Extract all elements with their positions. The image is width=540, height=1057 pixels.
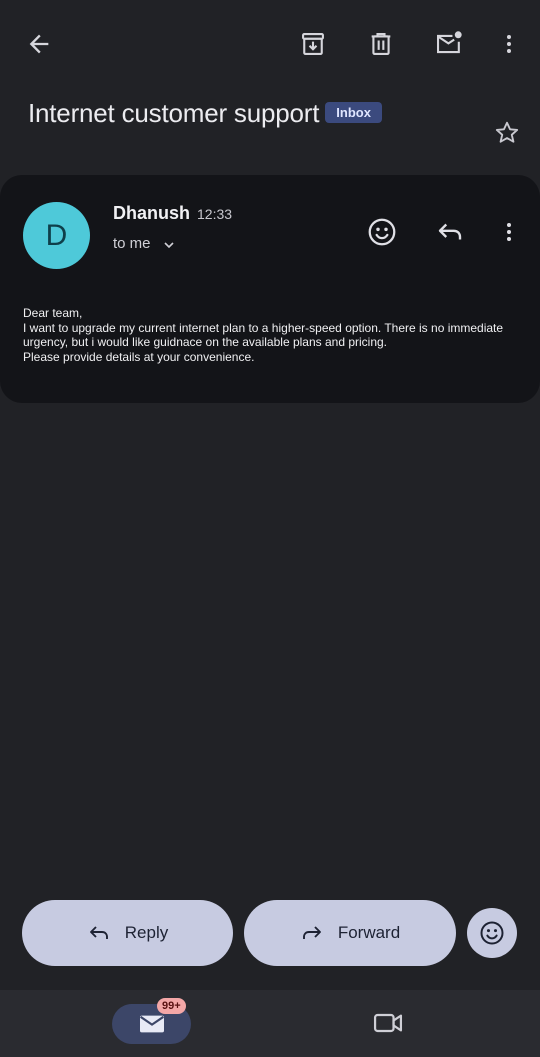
bottom-navigation: 99+ bbox=[0, 990, 540, 1057]
recipient-details-toggle[interactable]: to me bbox=[113, 233, 177, 253]
sender-name: Dhanush bbox=[113, 203, 191, 223]
nav-meet-tab[interactable] bbox=[365, 1003, 411, 1043]
react-button[interactable] bbox=[360, 210, 404, 254]
video-camera-icon bbox=[373, 1013, 403, 1033]
forward-label: Forward bbox=[337, 923, 401, 942]
body-line: I want to upgrade my current internet pl… bbox=[23, 320, 507, 350]
archive-button[interactable] bbox=[291, 22, 335, 66]
recipient-label: to me bbox=[113, 234, 151, 252]
avatar[interactable]: D bbox=[23, 202, 90, 269]
message-time: 12:33 bbox=[197, 206, 233, 222]
message-body: Dear team, I want to upgrade my current … bbox=[23, 306, 523, 364]
reply-label: Reply bbox=[124, 923, 169, 942]
arrow-back-icon bbox=[29, 34, 49, 54]
forward-button[interactable]: Forward bbox=[244, 900, 456, 966]
message-card: D Dhanush 12:33 to me Dear team, I want … bbox=[0, 175, 540, 403]
more-vert-icon bbox=[507, 223, 511, 241]
subject-row: Internet customer support Inbox bbox=[28, 98, 498, 129]
more-vert-icon bbox=[507, 35, 511, 53]
unread-count-badge: 99+ bbox=[157, 998, 186, 1014]
sender-line: Dhanush 12:33 bbox=[113, 203, 232, 224]
email-subject: Internet customer support bbox=[28, 98, 320, 128]
emoji-icon bbox=[368, 218, 396, 246]
react-emoji-button[interactable] bbox=[467, 908, 517, 958]
more-options-button[interactable] bbox=[487, 22, 531, 66]
delete-button[interactable] bbox=[359, 22, 403, 66]
reply-icon-button[interactable] bbox=[428, 210, 472, 254]
chevron-down-icon bbox=[163, 242, 174, 249]
back-button[interactable] bbox=[17, 22, 61, 66]
mark-unread-button[interactable] bbox=[427, 22, 471, 66]
top-app-bar bbox=[0, 0, 540, 90]
message-more-button[interactable] bbox=[487, 210, 531, 254]
emoji-icon bbox=[480, 921, 504, 945]
star-button[interactable] bbox=[486, 112, 528, 154]
mark-unread-icon bbox=[437, 31, 462, 54]
reply-icon bbox=[89, 926, 108, 939]
trash-icon bbox=[371, 33, 391, 55]
reply-button[interactable]: Reply bbox=[22, 900, 233, 966]
body-line: Please provide details at your convenien… bbox=[23, 349, 255, 364]
star-icon bbox=[495, 121, 519, 143]
archive-icon bbox=[302, 33, 324, 55]
mail-icon bbox=[139, 1015, 164, 1033]
label-badge[interactable]: Inbox bbox=[325, 102, 382, 123]
reply-icon bbox=[438, 223, 462, 240]
body-line: Dear team, bbox=[23, 306, 83, 320]
forward-icon bbox=[302, 926, 321, 939]
